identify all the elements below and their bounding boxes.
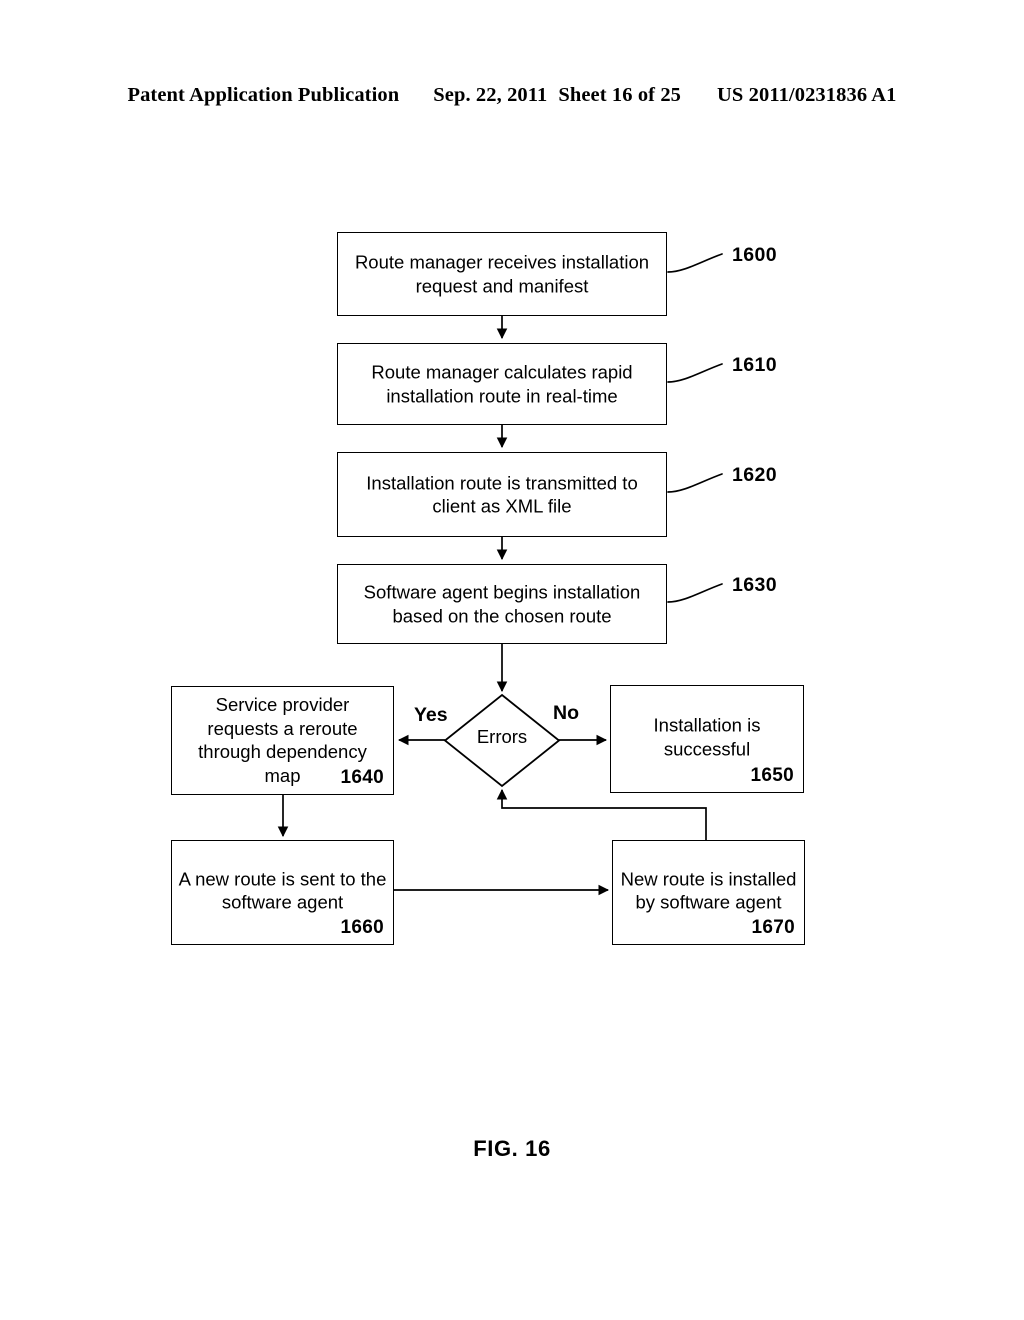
flow-node-1660-text: A new route is sent to the software agen… bbox=[178, 867, 387, 913]
flow-node-1660[interactable]: A new route is sent to the software agen… bbox=[171, 840, 394, 945]
flow-node-1670[interactable]: New route is installed by software agent… bbox=[612, 840, 805, 945]
ref-number-1610: 1610 bbox=[732, 354, 777, 376]
edge-1670-decision bbox=[496, 788, 707, 840]
flow-node-1600[interactable]: Route manager receives installation requ… bbox=[337, 232, 667, 316]
branch-label-no: No bbox=[553, 702, 579, 724]
ref-number-1620: 1620 bbox=[732, 464, 777, 486]
flow-node-1610[interactable]: Route manager calculates rapid installat… bbox=[337, 343, 667, 425]
leader-line-1630 bbox=[667, 583, 723, 603]
flow-node-decision-text: Errors bbox=[476, 726, 528, 747]
patent-figure-page: Patent Application Publication Sep. 22, … bbox=[0, 0, 1024, 1320]
leader-line-1600 bbox=[667, 253, 723, 273]
leader-line-1620 bbox=[667, 473, 723, 493]
flow-node-1640[interactable]: Service provider requests a reroute thro… bbox=[171, 686, 394, 795]
flow-node-1620[interactable]: Installation route is transmitted to cli… bbox=[337, 452, 667, 537]
flow-node-1650[interactable]: Installation is successful 1650 bbox=[610, 685, 804, 793]
ref-number-1630: 1630 bbox=[732, 574, 777, 596]
flowchart: Route manager receives installation requ… bbox=[0, 0, 1024, 1320]
flowchart-connectors bbox=[277, 253, 723, 896]
figure-caption: FIG. 16 bbox=[473, 1136, 551, 1161]
ref-number-1670: 1670 bbox=[751, 916, 795, 938]
ref-number-1660: 1660 bbox=[340, 916, 384, 938]
flow-node-1610-text: Route manager calculates rapid installat… bbox=[371, 361, 633, 406]
ref-number-1600: 1600 bbox=[732, 244, 777, 266]
ref-number-1650: 1650 bbox=[750, 764, 794, 786]
flow-node-1620-text: Installation route is transmitted to cli… bbox=[366, 471, 638, 517]
flow-node-1670-text: New route is installed by software agent bbox=[620, 867, 797, 913]
flow-node-1630-text: Software agent begins installation based… bbox=[363, 581, 641, 626]
leader-line-1610 bbox=[667, 363, 723, 383]
ref-number-1640: 1640 bbox=[340, 766, 384, 788]
branch-label-yes: Yes bbox=[414, 704, 448, 726]
flow-node-1650-text: Installation is successful bbox=[653, 714, 761, 760]
flow-node-1630[interactable]: Software agent begins installation based… bbox=[337, 564, 667, 644]
flow-node-1600-text: Route manager receives installation requ… bbox=[354, 251, 650, 296]
